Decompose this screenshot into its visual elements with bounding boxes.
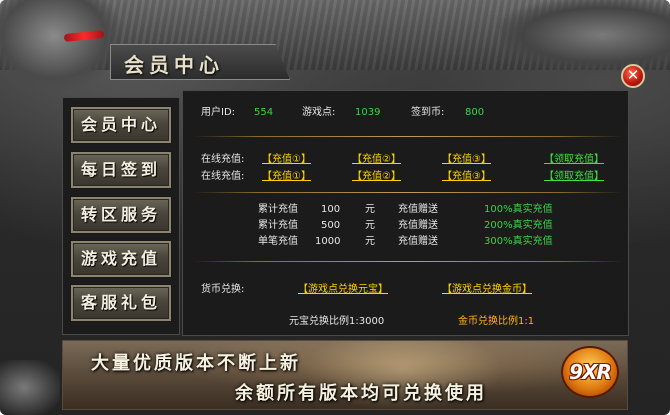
bonus-unit: 元 (365, 236, 375, 247)
exchange-yuanbao-link[interactable]: 【游戏点兑换元宝】 (298, 284, 388, 296)
promo-banner: 大量优质版本不断上新 余额所有版本均可兑换使用 (62, 340, 628, 410)
recharge-link-1[interactable]: 【充值①】 (262, 154, 311, 166)
dragon-claw-decoration (0, 360, 60, 415)
bonus-percent: 300%真实充值 (484, 236, 553, 247)
bonus-amount: 1000 (315, 236, 341, 247)
game-points-label: 游戏点: (302, 107, 336, 118)
bonus-gift: 充值赠送 (398, 204, 438, 215)
divider (193, 192, 623, 193)
bonus-unit: 元 (365, 204, 375, 215)
recharge-label: 在线充值: (201, 154, 245, 165)
content-panel: 用户ID: 554 游戏点: 1039 签到币: 800 在线充值: 【充值①】… (182, 90, 629, 336)
exchange-label: 货币兑换: (201, 284, 245, 295)
brand-logo: 9XR (555, 340, 625, 400)
close-button[interactable]: ✕ (621, 64, 645, 88)
banner-subline: 余额所有版本均可兑换使用 (235, 383, 487, 404)
user-id-label: 用户ID: (201, 107, 236, 118)
bonus-percent: 100%真实充值 (484, 204, 553, 215)
sidebar-nav: 会员中心 每日签到 转区服务 游戏充值 客服礼包 (62, 97, 180, 335)
dragon-wing-decoration (500, 0, 670, 70)
nav-item-game-recharge[interactable]: 游戏充值 (71, 241, 171, 277)
close-icon: ✕ (626, 66, 640, 84)
banner-headline: 大量优质版本不断上新 (91, 353, 301, 374)
exchange-gold-link[interactable]: 【游戏点兑换金币】 (442, 284, 532, 296)
signin-coins-label: 签到币: (411, 107, 445, 118)
nav-item-server-transfer[interactable]: 转区服务 (71, 197, 171, 233)
bonus-gift: 充值赠送 (398, 236, 438, 247)
bonus-type: 累计充值 (258, 204, 298, 215)
bonus-unit: 元 (365, 220, 375, 231)
bonus-type: 单笔充值 (258, 236, 298, 247)
bonus-type: 累计充值 (258, 220, 298, 231)
gold-ratio: 金币兑换比例1:1 (458, 316, 535, 327)
recharge-link-1[interactable]: 【充值①】 (262, 171, 311, 183)
bonus-gift: 充值赠送 (398, 220, 438, 231)
recharge-link-3[interactable]: 【充值③】 (442, 154, 491, 166)
signin-coins-value: 800 (465, 107, 485, 118)
nav-item-daily-signin[interactable]: 每日签到 (71, 152, 171, 188)
recharge-link-2[interactable]: 【充值②】 (352, 154, 401, 166)
bonus-percent: 200%真实充值 (484, 220, 553, 231)
member-center-window: 会员中心 ✕ 会员中心 每日签到 转区服务 游戏充值 客服礼包 用户ID: 55… (0, 0, 670, 415)
recharge-label: 在线充值: (201, 171, 245, 182)
divider (193, 136, 623, 137)
claim-recharge-link[interactable]: 【领取充值】 (544, 171, 604, 183)
game-points-value: 1039 (355, 107, 381, 118)
nav-item-member-center[interactable]: 会员中心 (71, 107, 171, 143)
user-id-value: 554 (254, 107, 274, 118)
bonus-amount: 500 (321, 220, 341, 231)
divider (193, 261, 623, 262)
yuanbao-ratio: 元宝兑换比例1:3000 (289, 316, 385, 327)
claim-recharge-link[interactable]: 【领取充值】 (544, 154, 604, 166)
nav-item-service-gift[interactable]: 客服礼包 (71, 285, 171, 321)
window-title: 会员中心 (124, 53, 224, 77)
dragon-head-decoration (0, 0, 120, 90)
recharge-link-3[interactable]: 【充值③】 (442, 171, 491, 183)
recharge-link-2[interactable]: 【充值②】 (352, 171, 401, 183)
logo-text: 9XR (569, 360, 612, 384)
bonus-amount: 100 (321, 204, 341, 215)
